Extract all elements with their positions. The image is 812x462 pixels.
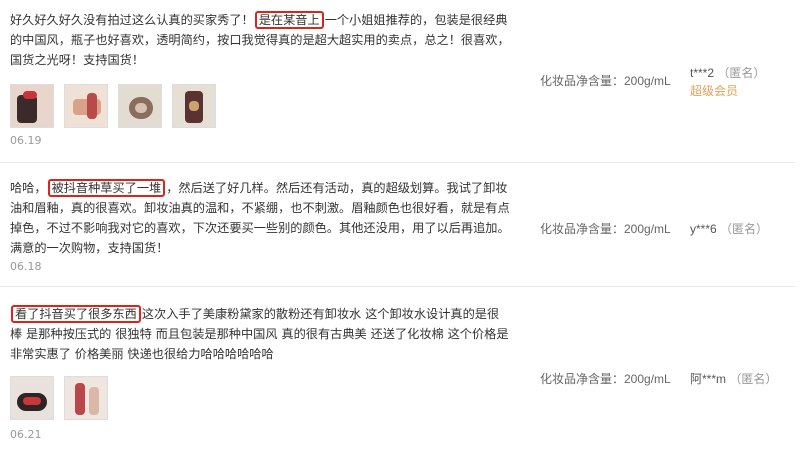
anonymous-tag: （匿名） <box>717 66 766 80</box>
product-spec: 化妆品净含量：200g/mL <box>540 372 671 386</box>
review-text-part: 哈哈， <box>10 181 47 195</box>
review-date: 06.21 <box>10 428 42 441</box>
highlighted-phrase: 是在某音上 <box>254 11 324 29</box>
photo-thumbnail[interactable] <box>64 376 108 420</box>
highlighted-phrase: 看了抖音买了很多东西 <box>11 305 141 323</box>
review-date: 06.18 <box>10 260 42 273</box>
review-item: 看了抖音买了很多东西 这次入手了美康粉黛家的散粉还有卸妆水 这个卸妆水设计真的是很… <box>0 286 795 462</box>
review-item: 好久好久好久没有拍过这么认真的买家秀了！ 是在某音上 一个小姐姐推荐的，包装是很经典… <box>0 0 795 163</box>
anonymous-tag: （匿名） <box>720 222 769 236</box>
reviewer-name: 阿***m （匿名） <box>690 370 777 387</box>
photo-thumbnail[interactable] <box>64 84 108 128</box>
reviewer-name: y***6 （匿名） <box>690 220 768 237</box>
review-text: 好久好久好久没有拍过这么认真的买家秀了！ 是在某音上 一个小姐姐推荐的，包装是很经典… <box>10 10 510 70</box>
product-spec: 化妆品净含量：200g/mL <box>540 222 671 236</box>
review-text: 哈哈， 被抖音种草买了一堆 ，然后送了好几样。然后还有活动，真的超级划算。我试了卸妆… <box>10 178 510 258</box>
highlighted-phrase: 被抖音种草买了一堆 <box>47 179 166 197</box>
review-text-part: 好久好久好久没有拍过这么认真的买家秀了！ <box>10 13 254 27</box>
reviewer-name: t***2 （匿名） <box>690 64 765 81</box>
review-text: 看了抖音买了很多东西 这次入手了美康粉黛家的散粉还有卸妆水 这个卸妆水设计真的是很… <box>10 304 510 364</box>
photo-thumbnail[interactable] <box>172 84 216 128</box>
review-item: 哈哈， 被抖音种草买了一堆 ，然后送了好几样。然后还有活动，真的超级划算。我试了卸妆… <box>0 162 795 287</box>
review-photos <box>10 84 216 128</box>
username: t***2 <box>690 66 715 80</box>
photo-thumbnail[interactable] <box>10 376 54 420</box>
member-badge: 超级会员 <box>690 84 739 98</box>
username: y***6 <box>690 222 717 236</box>
anonymous-tag: （匿名） <box>729 372 778 386</box>
username: 阿***m <box>690 372 727 386</box>
review-photos <box>10 376 108 420</box>
photo-thumbnail[interactable] <box>118 84 162 128</box>
product-spec: 化妆品净含量：200g/mL <box>540 74 671 88</box>
review-date: 06.19 <box>10 134 42 147</box>
photo-thumbnail[interactable] <box>10 84 54 128</box>
